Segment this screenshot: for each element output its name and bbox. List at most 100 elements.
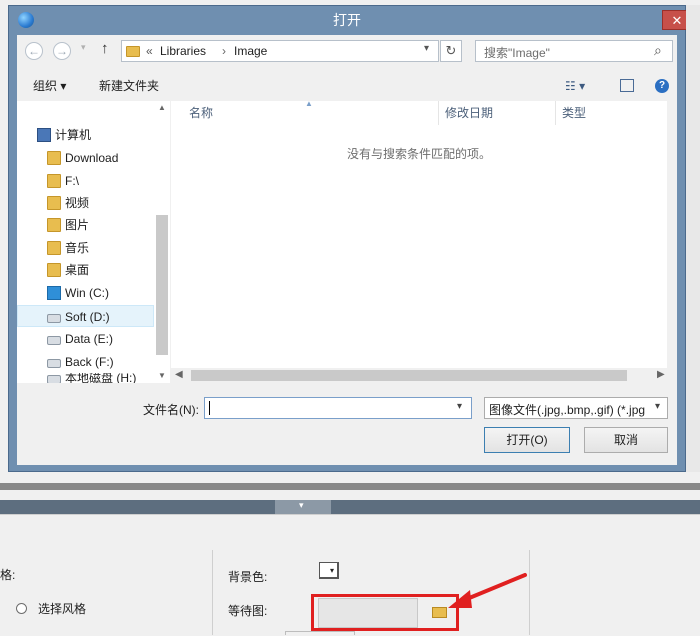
background-window-edge xyxy=(686,5,700,472)
sidebar-item-label: 图片 xyxy=(65,218,90,232)
folder-icon xyxy=(47,218,61,232)
dialog-title: 打开 xyxy=(333,12,361,28)
sidebar-item-back-f[interactable]: Back (F:) xyxy=(17,351,154,373)
sidebar-item-videos[interactable]: 视频 xyxy=(17,192,154,214)
sidebar-item-local-h[interactable]: 本地磁盘 (H:) xyxy=(17,373,154,383)
folder-icon xyxy=(47,174,61,188)
address-dropdown-icon[interactable]: ▾ xyxy=(424,43,429,54)
view-options-icon[interactable]: ☷ ▾ xyxy=(565,71,585,101)
file-list-pane[interactable] xyxy=(171,101,677,383)
sidebar-item-label: 视频 xyxy=(65,196,90,210)
filename-input[interactable]: ▾ xyxy=(204,397,472,419)
splitter-handle[interactable]: ▾ xyxy=(275,500,331,514)
nav-scrollbar-thumb[interactable] xyxy=(156,215,168,355)
sidebar-item-data-e[interactable]: Data (E:) xyxy=(17,328,154,350)
column-header-modified[interactable]: 修改日期 xyxy=(445,101,493,125)
select-style-label: 选择风格 xyxy=(38,602,87,616)
bg-color-label: 背景色: xyxy=(228,570,268,584)
sidebar-item-label: F:\ xyxy=(65,174,79,188)
organize-menu[interactable]: 组织 ▾ xyxy=(33,71,66,101)
dialog-titlebar[interactable]: 打开 ✕ xyxy=(8,5,692,35)
wait-image-label: 等待图: xyxy=(228,604,268,618)
sidebar-item-desktop[interactable]: 桌面 xyxy=(17,259,154,281)
forward-button[interactable]: → xyxy=(53,42,71,60)
computer-icon xyxy=(37,128,51,142)
column-divider[interactable] xyxy=(438,101,439,125)
preview-pane-icon[interactable] xyxy=(620,79,634,92)
search-input[interactable]: 搜索"Image" ⌕ xyxy=(475,40,673,62)
select-style-radio[interactable] xyxy=(16,603,27,614)
annotation-highlight-box xyxy=(311,594,459,631)
partial-control xyxy=(285,631,355,635)
help-icon[interactable]: ? xyxy=(655,79,669,93)
drive-icon xyxy=(47,314,61,323)
breadcrumb-libraries[interactable]: Libraries xyxy=(160,44,206,58)
recent-dropdown-icon[interactable]: ▾ xyxy=(81,42,86,53)
folder-icon xyxy=(126,46,140,57)
back-button[interactable]: ← xyxy=(25,42,43,60)
address-overflow-icon[interactable]: « xyxy=(146,44,153,58)
folder-icon xyxy=(47,196,61,210)
column-divider[interactable] xyxy=(555,101,556,125)
column-header-name[interactable]: 名称 xyxy=(189,101,213,125)
drive-icon xyxy=(47,336,61,345)
refresh-button[interactable]: ↻ xyxy=(440,40,462,62)
annotation-arrow xyxy=(448,573,527,608)
chevron-down-icon[interactable]: ▾ xyxy=(299,500,304,511)
panel-divider xyxy=(212,550,213,635)
filetype-dropdown-icon[interactable]: ▾ xyxy=(655,401,660,412)
sidebar-item-label: 计算机 xyxy=(55,128,92,142)
sidebar-item-label: Data (E:) xyxy=(65,332,114,346)
sidebar-item-soft-d[interactable]: Soft (D:) xyxy=(17,305,154,327)
folder-icon xyxy=(47,263,61,277)
background-splitter-bar[interactable] xyxy=(0,500,700,514)
sidebar-item-win-c[interactable]: Win (C:) xyxy=(17,282,154,304)
up-button[interactable]: ↑ xyxy=(101,40,109,57)
scroll-right-icon[interactable]: ▶ xyxy=(657,369,665,380)
sidebar-item-label: 音乐 xyxy=(65,241,90,255)
search-placeholder: 搜索"Image" xyxy=(484,46,550,60)
sidebar-item-label: Soft (D:) xyxy=(65,310,110,324)
sidebar-item-pictures[interactable]: 图片 xyxy=(17,214,154,236)
nav-scroll-down-icon[interactable]: ▼ xyxy=(158,371,166,380)
column-header-type[interactable]: 类型 xyxy=(562,101,586,125)
bg-color-picker[interactable]: ▾ xyxy=(319,562,339,579)
sidebar-item-label: Back (F:) xyxy=(65,355,114,369)
filetype-select[interactable]: 图像文件(.jpg,.bmp,.gif) (*.jpg ▾ xyxy=(484,397,668,419)
sidebar-item-download[interactable]: Download xyxy=(17,147,154,169)
filename-dropdown-icon[interactable]: ▾ xyxy=(457,401,462,412)
search-icon[interactable]: ⌕ xyxy=(654,42,662,59)
sidebar-item-f-drive-folder[interactable]: F:\ xyxy=(17,170,154,192)
sidebar-item-label: 本地磁盘 (H:) xyxy=(65,373,137,383)
filetype-value: 图像文件(.jpg,.bmp,.gif) (*.jpg xyxy=(489,403,646,417)
folder-icon xyxy=(47,151,61,165)
sidebar-item-label: Download xyxy=(65,151,119,165)
empty-results-message: 没有与搜索条件匹配的项。 xyxy=(346,147,491,161)
scroll-left-icon[interactable]: ◀ xyxy=(175,369,183,380)
cancel-button[interactable]: 取消 xyxy=(584,427,668,453)
horizontal-scrollbar-thumb[interactable] xyxy=(191,370,627,381)
sort-ascending-icon: ▲ xyxy=(305,99,313,108)
windows-drive-icon xyxy=(47,286,61,300)
command-toolbar: 组织 ▾ 新建文件夹 ☷ ▾ ? xyxy=(17,71,677,101)
color-dropdown-icon[interactable]: ▾ xyxy=(330,566,334,575)
sidebar-item-label: 桌面 xyxy=(65,263,90,277)
sidebar-item-label: Win (C:) xyxy=(65,286,109,300)
open-button[interactable]: 打开(O) xyxy=(484,427,570,453)
new-folder-button[interactable]: 新建文件夹 xyxy=(99,71,159,101)
breadcrumb-separator-icon[interactable]: › xyxy=(222,44,226,58)
dialog-client-area: ← → ▾ ↑ « Libraries › Image ▾ ↻ 搜索"Image… xyxy=(17,35,677,465)
sidebar-item-music[interactable]: 音乐 xyxy=(17,237,154,259)
background-toolbar-strip xyxy=(0,483,700,490)
arrow-head xyxy=(448,590,472,608)
address-bar[interactable]: « Libraries › Image ▾ xyxy=(121,40,439,62)
arrow-shaft xyxy=(460,573,527,603)
filename-label: 文件名(N): xyxy=(143,403,199,417)
text-cursor xyxy=(209,401,210,415)
drive-icon xyxy=(47,359,61,368)
sidebar-item-computer[interactable]: 计算机 xyxy=(17,124,154,146)
breadcrumb-image[interactable]: Image xyxy=(234,44,267,58)
file-list-vertical-scrollbar[interactable] xyxy=(667,101,677,383)
folder-icon xyxy=(47,241,61,255)
drive-icon xyxy=(47,375,61,383)
